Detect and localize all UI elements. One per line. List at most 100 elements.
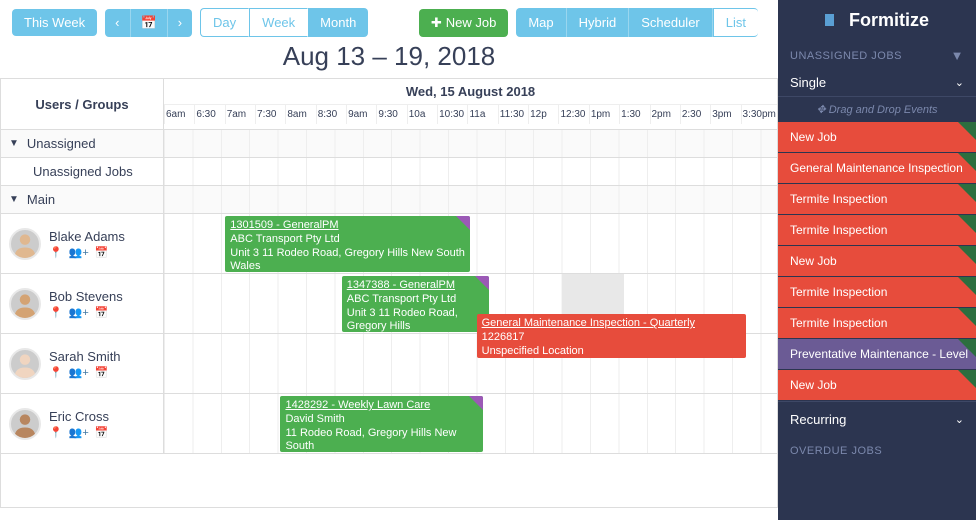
mode-scheduler-button[interactable]: Scheduler bbox=[629, 8, 713, 37]
calendar-icon[interactable]: 📅 bbox=[95, 306, 109, 319]
unassigned-job-item[interactable]: Termite Inspection bbox=[778, 277, 976, 307]
time-slot: 7:30 bbox=[255, 105, 285, 124]
filter-icon[interactable]: ▼ bbox=[951, 48, 964, 63]
calendar-icon[interactable]: 📅 bbox=[95, 246, 109, 259]
time-slot: 2:30 bbox=[680, 105, 710, 124]
group-toggle[interactable]: ▼ Main bbox=[1, 186, 164, 213]
job-client: ABC Transport Pty Ltd bbox=[230, 233, 465, 247]
pin-icon[interactable]: 📍 bbox=[49, 246, 63, 259]
mode-list-button[interactable]: List bbox=[713, 8, 758, 37]
this-week-button[interactable]: This Week bbox=[12, 9, 97, 36]
job-block[interactable]: General Maintenance Inspection - Quarter… bbox=[477, 314, 747, 358]
job-type-select[interactable]: Single ⌄ bbox=[778, 69, 976, 97]
job-flag-icon bbox=[958, 153, 976, 171]
drag-drop-hint: ✥ Drag and Drop Events bbox=[778, 97, 976, 122]
unassigned-job-item[interactable]: New Job bbox=[778, 370, 976, 400]
time-slot: 12:30 bbox=[558, 105, 588, 124]
job-address: Unit 3 11 Rodeo Road, Gregory Hills New … bbox=[230, 247, 465, 273]
job-flag-icon bbox=[456, 216, 470, 230]
unassigned-section-header[interactable]: UNASSIGNED JOBS ▼ bbox=[778, 40, 976, 69]
overdue-section-header[interactable]: OVERDUE JOBS bbox=[778, 437, 976, 463]
unassigned-job-item[interactable]: Termite Inspection bbox=[778, 308, 976, 338]
user-row-label[interactable]: Sarah Smith 📍 👥+ 📅 bbox=[1, 334, 164, 393]
triangle-down-icon: ▼ bbox=[9, 138, 19, 149]
chevron-down-icon: ⌄ bbox=[955, 413, 964, 426]
unassigned-job-item[interactable]: New Job bbox=[778, 246, 976, 276]
mode-map-button[interactable]: Map bbox=[516, 8, 566, 37]
brand: Formitize bbox=[778, 0, 976, 40]
calendar-icon[interactable]: 📅 bbox=[95, 366, 109, 379]
unassigned-job-item[interactable]: Termite Inspection bbox=[778, 184, 976, 214]
add-user-icon[interactable]: 👥+ bbox=[69, 306, 89, 319]
job-flag-icon bbox=[475, 276, 489, 290]
avatar bbox=[9, 348, 41, 380]
unassigned-job-item[interactable]: Termite Inspection bbox=[778, 215, 976, 245]
date-range-title: Aug 13 – 19, 2018 bbox=[0, 41, 778, 72]
brand-label: Formitize bbox=[849, 10, 929, 31]
user-row-label[interactable]: Blake Adams📍👥+📅 bbox=[1, 214, 164, 273]
job-client: ABC Transport Pty Ltd bbox=[347, 293, 484, 307]
recurring-label: Recurring bbox=[790, 412, 846, 427]
user-row-label[interactable]: Eric Cross 📍 👥+ 📅 bbox=[1, 394, 164, 453]
job-block[interactable]: 1428292 - Weekly Lawn CareDavid Smith11 … bbox=[280, 396, 482, 452]
job-flag-icon bbox=[958, 277, 976, 295]
job-address: 11 Rodeo Road, Gregory Hills New South bbox=[285, 427, 477, 453]
job-client: David Smith bbox=[285, 413, 477, 427]
time-slot: 3:30pm bbox=[741, 105, 777, 124]
side-panel: Formitize UNASSIGNED JOBS ▼ Single ⌄ ✥ D… bbox=[778, 0, 976, 520]
add-user-icon[interactable]: 👥+ bbox=[69, 426, 89, 439]
job-item-label: Termite Inspection bbox=[790, 192, 887, 206]
calendar-icon: 📅 bbox=[141, 15, 157, 31]
time-slot: 2pm bbox=[650, 105, 680, 124]
user-row-label[interactable]: Bob Stevens📍👥+📅 bbox=[1, 274, 164, 333]
job-title: 1301509 - GeneralPM bbox=[230, 219, 465, 233]
prev-button[interactable]: ‹ bbox=[105, 9, 130, 37]
view-week-button[interactable]: Week bbox=[249, 8, 308, 37]
job-flag-icon bbox=[958, 184, 976, 202]
unassigned-job-item[interactable]: New Job bbox=[778, 122, 976, 152]
pin-icon[interactable]: 📍 bbox=[49, 366, 63, 379]
time-slot: 10a bbox=[407, 105, 437, 124]
unassigned-job-item[interactable]: General Maintenance Inspection bbox=[778, 153, 976, 183]
job-block[interactable]: 1347388 - GeneralPMABC Transport Pty Ltd… bbox=[342, 276, 489, 332]
user-timeline[interactable]: 1301509 - GeneralPMABC Transport Pty Ltd… bbox=[164, 214, 777, 273]
job-flag-icon bbox=[958, 122, 976, 140]
chevron-left-icon: ‹ bbox=[115, 15, 119, 30]
view-day-button[interactable]: Day bbox=[200, 8, 249, 37]
job-title: 1347388 - GeneralPM bbox=[347, 279, 484, 293]
unassigned-job-item[interactable]: Preventative Maintenance - Level bbox=[778, 339, 976, 369]
job-flag-icon bbox=[958, 215, 976, 233]
select-label: Single bbox=[790, 75, 826, 90]
time-slot: 10:30 bbox=[437, 105, 467, 124]
user-name: Eric Cross bbox=[49, 409, 109, 424]
time-slot: 3pm bbox=[710, 105, 740, 124]
sub-row-label[interactable]: Unassigned Jobs bbox=[1, 158, 164, 185]
pin-icon[interactable]: 📍 bbox=[49, 426, 63, 439]
time-slot: 6:30 bbox=[194, 105, 224, 124]
pin-icon[interactable]: 📍 bbox=[49, 306, 63, 319]
group-toggle[interactable]: ▼ Unassigned bbox=[1, 130, 164, 157]
user-name: Sarah Smith bbox=[49, 349, 121, 364]
move-icon: ✥ bbox=[816, 104, 825, 116]
view-month-button[interactable]: Month bbox=[308, 8, 368, 37]
job-block[interactable]: 1301509 - GeneralPMABC Transport Pty Ltd… bbox=[225, 216, 470, 272]
day-label: Wed, 15 August 2018 bbox=[164, 79, 777, 105]
user-timeline[interactable]: 1428292 - Weekly Lawn CareDavid Smith11 … bbox=[164, 394, 777, 453]
new-job-label: New Job bbox=[446, 15, 497, 30]
chevron-right-icon: › bbox=[178, 15, 182, 30]
job-item-label: Termite Inspection bbox=[790, 316, 887, 330]
today-button[interactable]: 📅 bbox=[131, 9, 168, 37]
add-user-icon[interactable]: 👥+ bbox=[69, 366, 89, 379]
plus-icon: ✚ bbox=[431, 15, 442, 31]
add-user-icon[interactable]: 👥+ bbox=[69, 246, 89, 259]
next-button[interactable]: › bbox=[168, 9, 192, 37]
avatar bbox=[9, 288, 41, 320]
user-timeline[interactable]: General Maintenance Inspection - Quarter… bbox=[164, 334, 777, 393]
job-item-label: General Maintenance Inspection bbox=[790, 161, 963, 175]
group-name: Main bbox=[27, 192, 55, 207]
users-groups-header: Users / Groups bbox=[1, 79, 164, 129]
new-job-button[interactable]: ✚ New Job bbox=[419, 9, 508, 37]
mode-hybrid-button[interactable]: Hybrid bbox=[567, 8, 630, 37]
recurring-section[interactable]: Recurring ⌄ bbox=[778, 401, 976, 437]
calendar-icon[interactable]: 📅 bbox=[95, 426, 109, 439]
